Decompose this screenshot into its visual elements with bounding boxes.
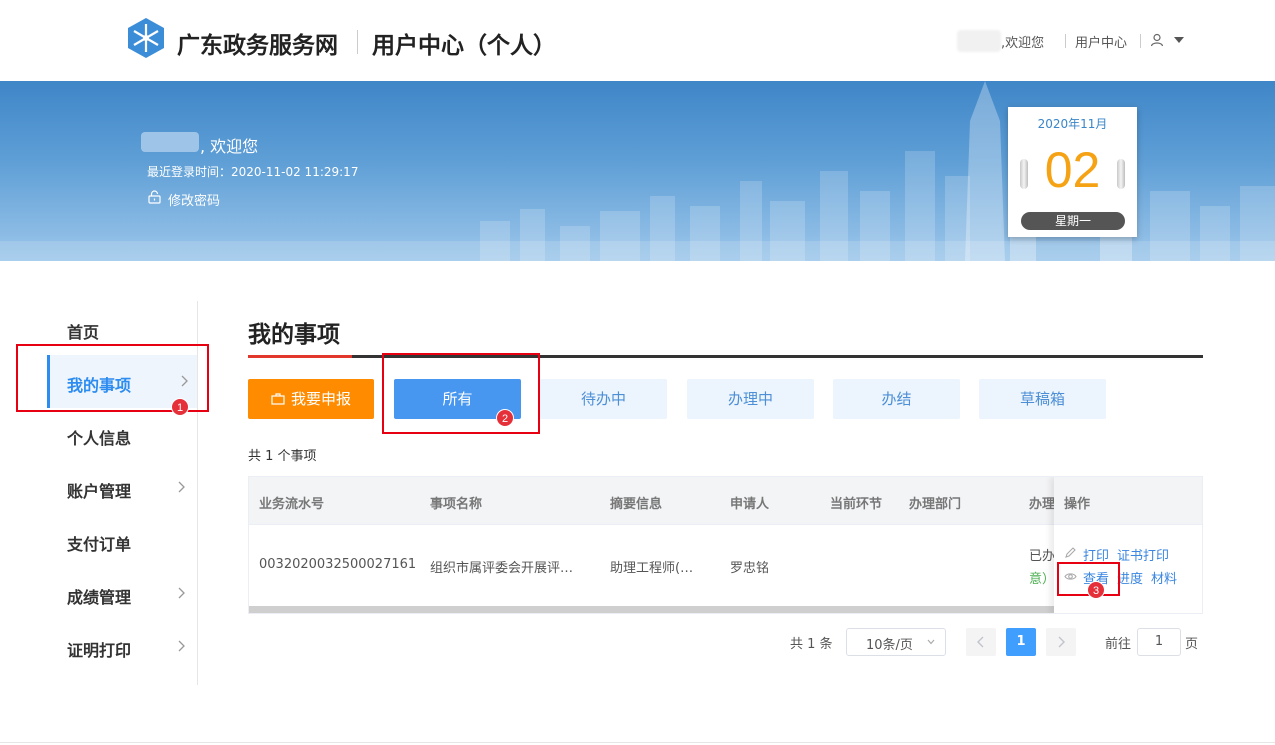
pencil-icon bbox=[1065, 547, 1076, 558]
annotation-badge: 2 bbox=[496, 409, 514, 427]
calendar-day: 02 bbox=[1044, 142, 1101, 198]
column-header: 申请人 bbox=[730, 497, 770, 512]
banner-welcome-text: , 欢迎您 bbox=[200, 137, 259, 156]
cert-print-link[interactable]: 证书打印 bbox=[1117, 545, 1169, 564]
calendar-widget: 2020年11月 02 星期一 bbox=[1008, 107, 1137, 237]
goto-page-input[interactable]: 1 bbox=[1137, 628, 1181, 656]
header-welcome-text: ,欢迎您 bbox=[1001, 36, 1045, 51]
column-header: 操作 bbox=[1064, 497, 1091, 512]
sidebar-item-payment-orders[interactable]: 支付订单 bbox=[47, 514, 197, 567]
chevron-left-icon bbox=[977, 636, 984, 648]
tab-completed[interactable]: 办结 bbox=[833, 379, 960, 419]
chevron-right-icon bbox=[178, 481, 185, 493]
column-header: 办理 bbox=[1029, 497, 1056, 512]
column-header: 摘要信息 bbox=[610, 497, 663, 512]
change-password-link[interactable]: 修改密码 bbox=[168, 190, 220, 209]
footer-divider bbox=[0, 742, 1275, 743]
page-number-current[interactable]: 1 bbox=[1006, 628, 1036, 656]
page-size-value: 10条/页 bbox=[866, 638, 913, 653]
matter-count: 共 1 个事项 bbox=[248, 449, 317, 464]
next-page-button[interactable] bbox=[1046, 628, 1076, 656]
column-header: 办理部门 bbox=[909, 497, 962, 512]
calendar-month: 2020年11月 bbox=[1037, 117, 1108, 131]
pagination-total: 共 1 条 bbox=[790, 637, 833, 652]
progress-link[interactable]: 进度 bbox=[1117, 568, 1143, 587]
site-title[interactable]: 广东政务服务网 bbox=[177, 26, 338, 60]
cell-name: 组织市属评委会开展评… bbox=[430, 561, 574, 576]
banner-username-blurred bbox=[141, 132, 199, 152]
tab-pending[interactable]: 待办中 bbox=[540, 379, 667, 419]
chevron-down-icon bbox=[927, 639, 935, 645]
calendar-weekday: 星期一 bbox=[1021, 212, 1125, 230]
sidebar-item-label: 支付订单 bbox=[67, 535, 132, 554]
cell-applicant: 罗忠铭 bbox=[730, 561, 770, 576]
logo-icon bbox=[128, 18, 164, 58]
page-size-select[interactable]: 10条/页 bbox=[846, 628, 946, 656]
column-header: 当前环节 bbox=[830, 497, 883, 512]
sidebar-item-personal-info[interactable]: 个人信息 bbox=[47, 408, 197, 461]
last-login-time: 最近登录时间：2020-11-02 11:29:17 bbox=[147, 165, 359, 179]
cell-serial: 0032020032500027161 bbox=[259, 557, 417, 572]
tab-drafts[interactable]: 草稿箱 bbox=[979, 379, 1106, 419]
username-blurred bbox=[957, 30, 1001, 52]
briefcase-icon bbox=[271, 393, 285, 405]
title-underline-accent bbox=[248, 355, 352, 358]
column-header: 事项名称 bbox=[430, 497, 483, 512]
chevron-down-icon[interactable] bbox=[1174, 37, 1184, 43]
chevron-right-icon bbox=[178, 587, 185, 599]
annotation-box bbox=[382, 353, 540, 434]
user-center-link[interactable]: 用户中心 bbox=[1075, 32, 1127, 51]
sidebar-item-label: 成绩管理 bbox=[67, 588, 132, 607]
horizontal-scrollbar[interactable] bbox=[249, 606, 1069, 613]
chevron-right-icon bbox=[178, 640, 185, 652]
sidebar-item-label: 账户管理 bbox=[67, 482, 132, 501]
header-separator bbox=[1065, 34, 1066, 48]
title-divider bbox=[357, 30, 358, 54]
cell-summary: 助理工程师(… bbox=[610, 561, 694, 576]
user-icon[interactable] bbox=[1150, 33, 1164, 47]
lock-icon[interactable] bbox=[148, 190, 161, 204]
sidebar-item-account[interactable]: 账户管理 bbox=[47, 461, 197, 514]
actions-header: 操作 bbox=[1054, 477, 1202, 525]
chevron-right-icon bbox=[1058, 636, 1065, 648]
goto-label: 前往 bbox=[1105, 637, 1132, 652]
page-title: 我的事项 bbox=[248, 322, 340, 348]
prev-page-button[interactable] bbox=[966, 628, 996, 656]
tab-processing[interactable]: 办理中 bbox=[687, 379, 814, 419]
sidebar-item-certificate-print[interactable]: 证明打印 bbox=[47, 620, 197, 673]
annotation-badge: 1 bbox=[171, 398, 189, 416]
material-link[interactable]: 材料 bbox=[1151, 568, 1177, 587]
welcome-banner: , 欢迎您 最近登录时间：2020-11-02 11:29:17 修改密码 20… bbox=[0, 81, 1275, 261]
page-suffix: 页 bbox=[1185, 637, 1199, 652]
top-header: 广东政务服务网 用户中心（个人） ,欢迎您 用户中心 bbox=[0, 0, 1275, 81]
column-header: 业务流水号 bbox=[259, 497, 325, 512]
sidebar-item-label: 个人信息 bbox=[67, 429, 132, 448]
cell-status: 已办 bbox=[1029, 549, 1056, 564]
page-center-title: 用户中心（个人） bbox=[372, 33, 556, 59]
annotation-badge: 3 bbox=[1087, 581, 1105, 599]
apply-button-label: 我要申报 bbox=[290, 390, 351, 408]
sidebar-item-label: 首页 bbox=[67, 323, 100, 342]
apply-button[interactable]: 我要申报 bbox=[248, 379, 374, 419]
sidebar-item-scores[interactable]: 成绩管理 bbox=[47, 567, 197, 620]
cell-status-note: 意） bbox=[1029, 572, 1056, 587]
header-separator bbox=[1140, 34, 1141, 48]
sidebar-item-label: 证明打印 bbox=[67, 641, 132, 660]
